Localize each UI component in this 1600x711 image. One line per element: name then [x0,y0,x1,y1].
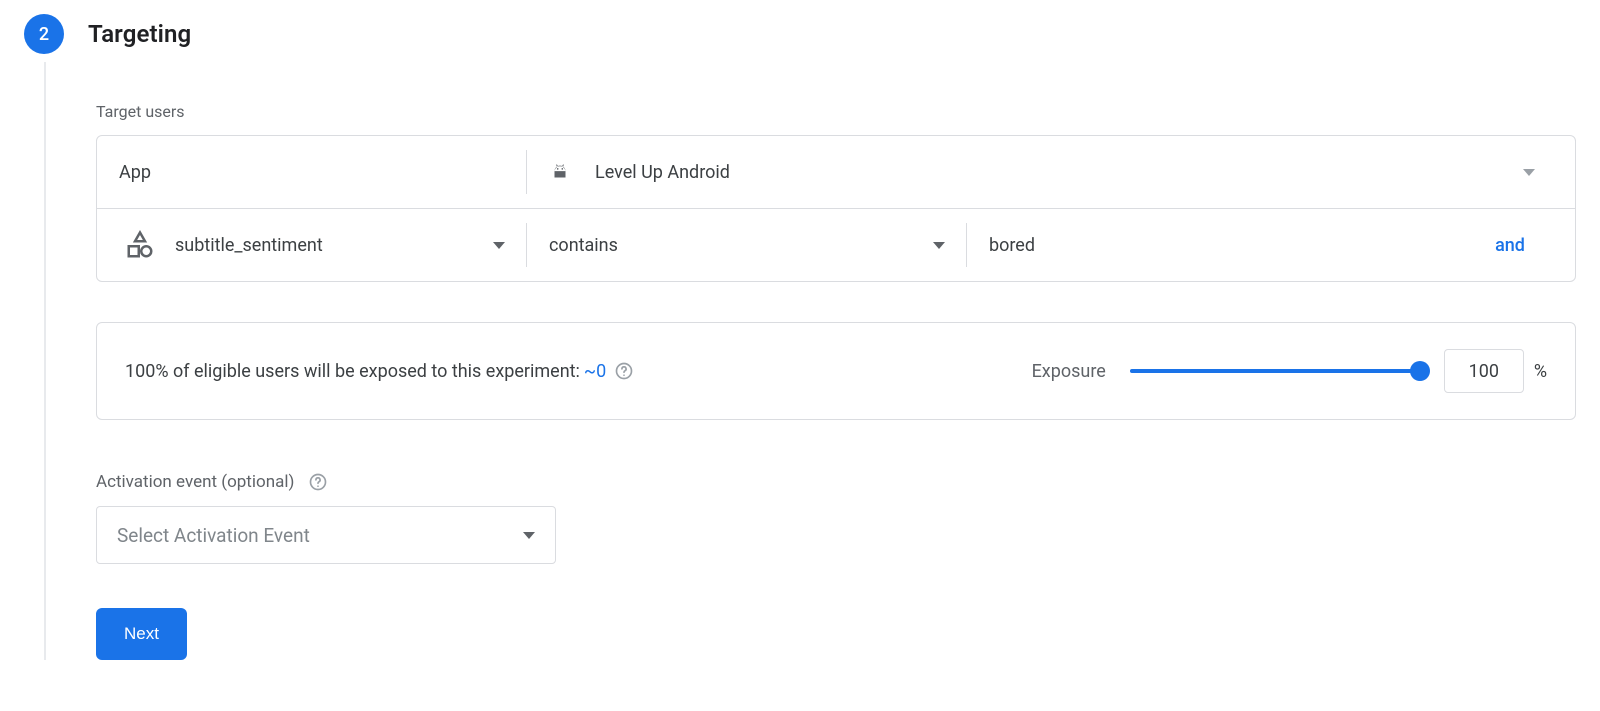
step-header: 2 Targeting [24,14,1576,54]
condition-operator-select[interactable]: contains [527,209,967,281]
app-value: Level Up Android [595,162,730,183]
step-number-badge: 2 [24,14,64,54]
condition-operator: contains [549,235,618,256]
slider-track [1130,369,1420,373]
next-button[interactable]: Next [96,608,187,660]
exposure-input[interactable] [1444,349,1524,393]
chevron-down-icon [523,532,535,539]
condition-value: bored [989,235,1035,256]
chevron-down-icon [933,242,945,249]
chevron-down-icon [1523,169,1535,176]
chevron-down-icon [493,242,505,249]
slider-thumb[interactable] [1410,361,1430,381]
shapes-icon [125,230,155,260]
android-icon [549,161,571,183]
activation-event-label: Activation event (optional) [96,472,294,492]
target-users-box: App Level Up Android [96,135,1576,282]
condition-row: subtitle_sentiment contains bored and [97,208,1575,281]
app-label-cell: App [97,136,527,208]
exposure-text: 100% of eligible users will be exposed t… [125,361,580,382]
activation-event-placeholder: Select Activation Event [117,524,310,547]
exposure-label: Exposure [1032,361,1106,382]
app-row: App Level Up Android [97,136,1575,208]
condition-value-cell[interactable]: bored [967,209,1445,281]
add-and-condition[interactable]: and [1445,209,1575,281]
app-select[interactable]: Level Up Android [527,136,1575,208]
step-title: Targeting [88,20,191,48]
condition-property: subtitle_sentiment [175,235,323,256]
activation-event-select[interactable]: Select Activation Event [96,506,556,564]
help-icon[interactable] [308,472,328,492]
exposure-box: 100% of eligible users will be exposed t… [96,322,1576,420]
target-users-label: Target users [96,102,1576,121]
exposure-approx-count: ~0 [584,361,606,382]
and-label: and [1495,235,1525,256]
percent-sign: % [1534,361,1547,382]
condition-property-select[interactable]: subtitle_sentiment [97,209,527,281]
exposure-slider[interactable] [1130,361,1420,381]
help-icon[interactable] [614,361,634,381]
app-label: App [119,162,151,183]
